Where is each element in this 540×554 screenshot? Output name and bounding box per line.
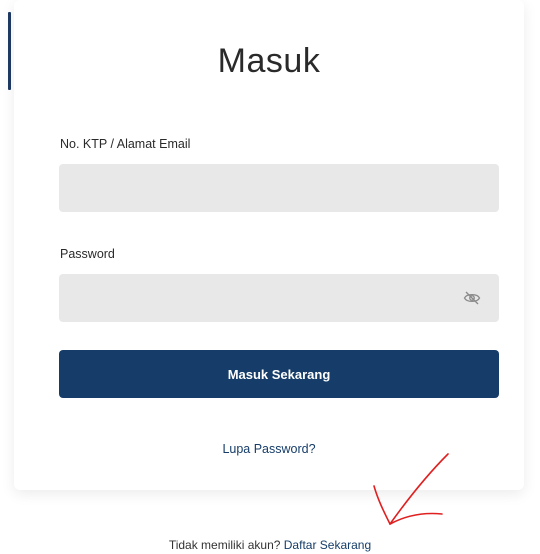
email-field[interactable] bbox=[59, 164, 499, 212]
signup-link[interactable]: Daftar Sekarang bbox=[284, 538, 371, 552]
password-label: Password bbox=[60, 247, 115, 261]
signup-row: Tidak memiliki akun? Daftar Sekarang bbox=[0, 538, 540, 552]
signup-prompt: Tidak memiliki akun? bbox=[168, 538, 281, 552]
login-card: Masuk No. KTP / Alamat Email Password Ma… bbox=[14, 0, 524, 490]
eye-slash-icon[interactable] bbox=[463, 290, 481, 306]
password-field[interactable] bbox=[59, 274, 499, 322]
login-page: Masuk No. KTP / Alamat Email Password Ma… bbox=[0, 0, 540, 554]
accent-bar bbox=[8, 12, 11, 90]
login-submit-button[interactable]: Masuk Sekarang bbox=[59, 350, 499, 398]
page-title: Masuk bbox=[217, 42, 321, 80]
email-label: No. KTP / Alamat Email bbox=[60, 137, 191, 151]
red-arrow-annotation bbox=[373, 453, 449, 525]
